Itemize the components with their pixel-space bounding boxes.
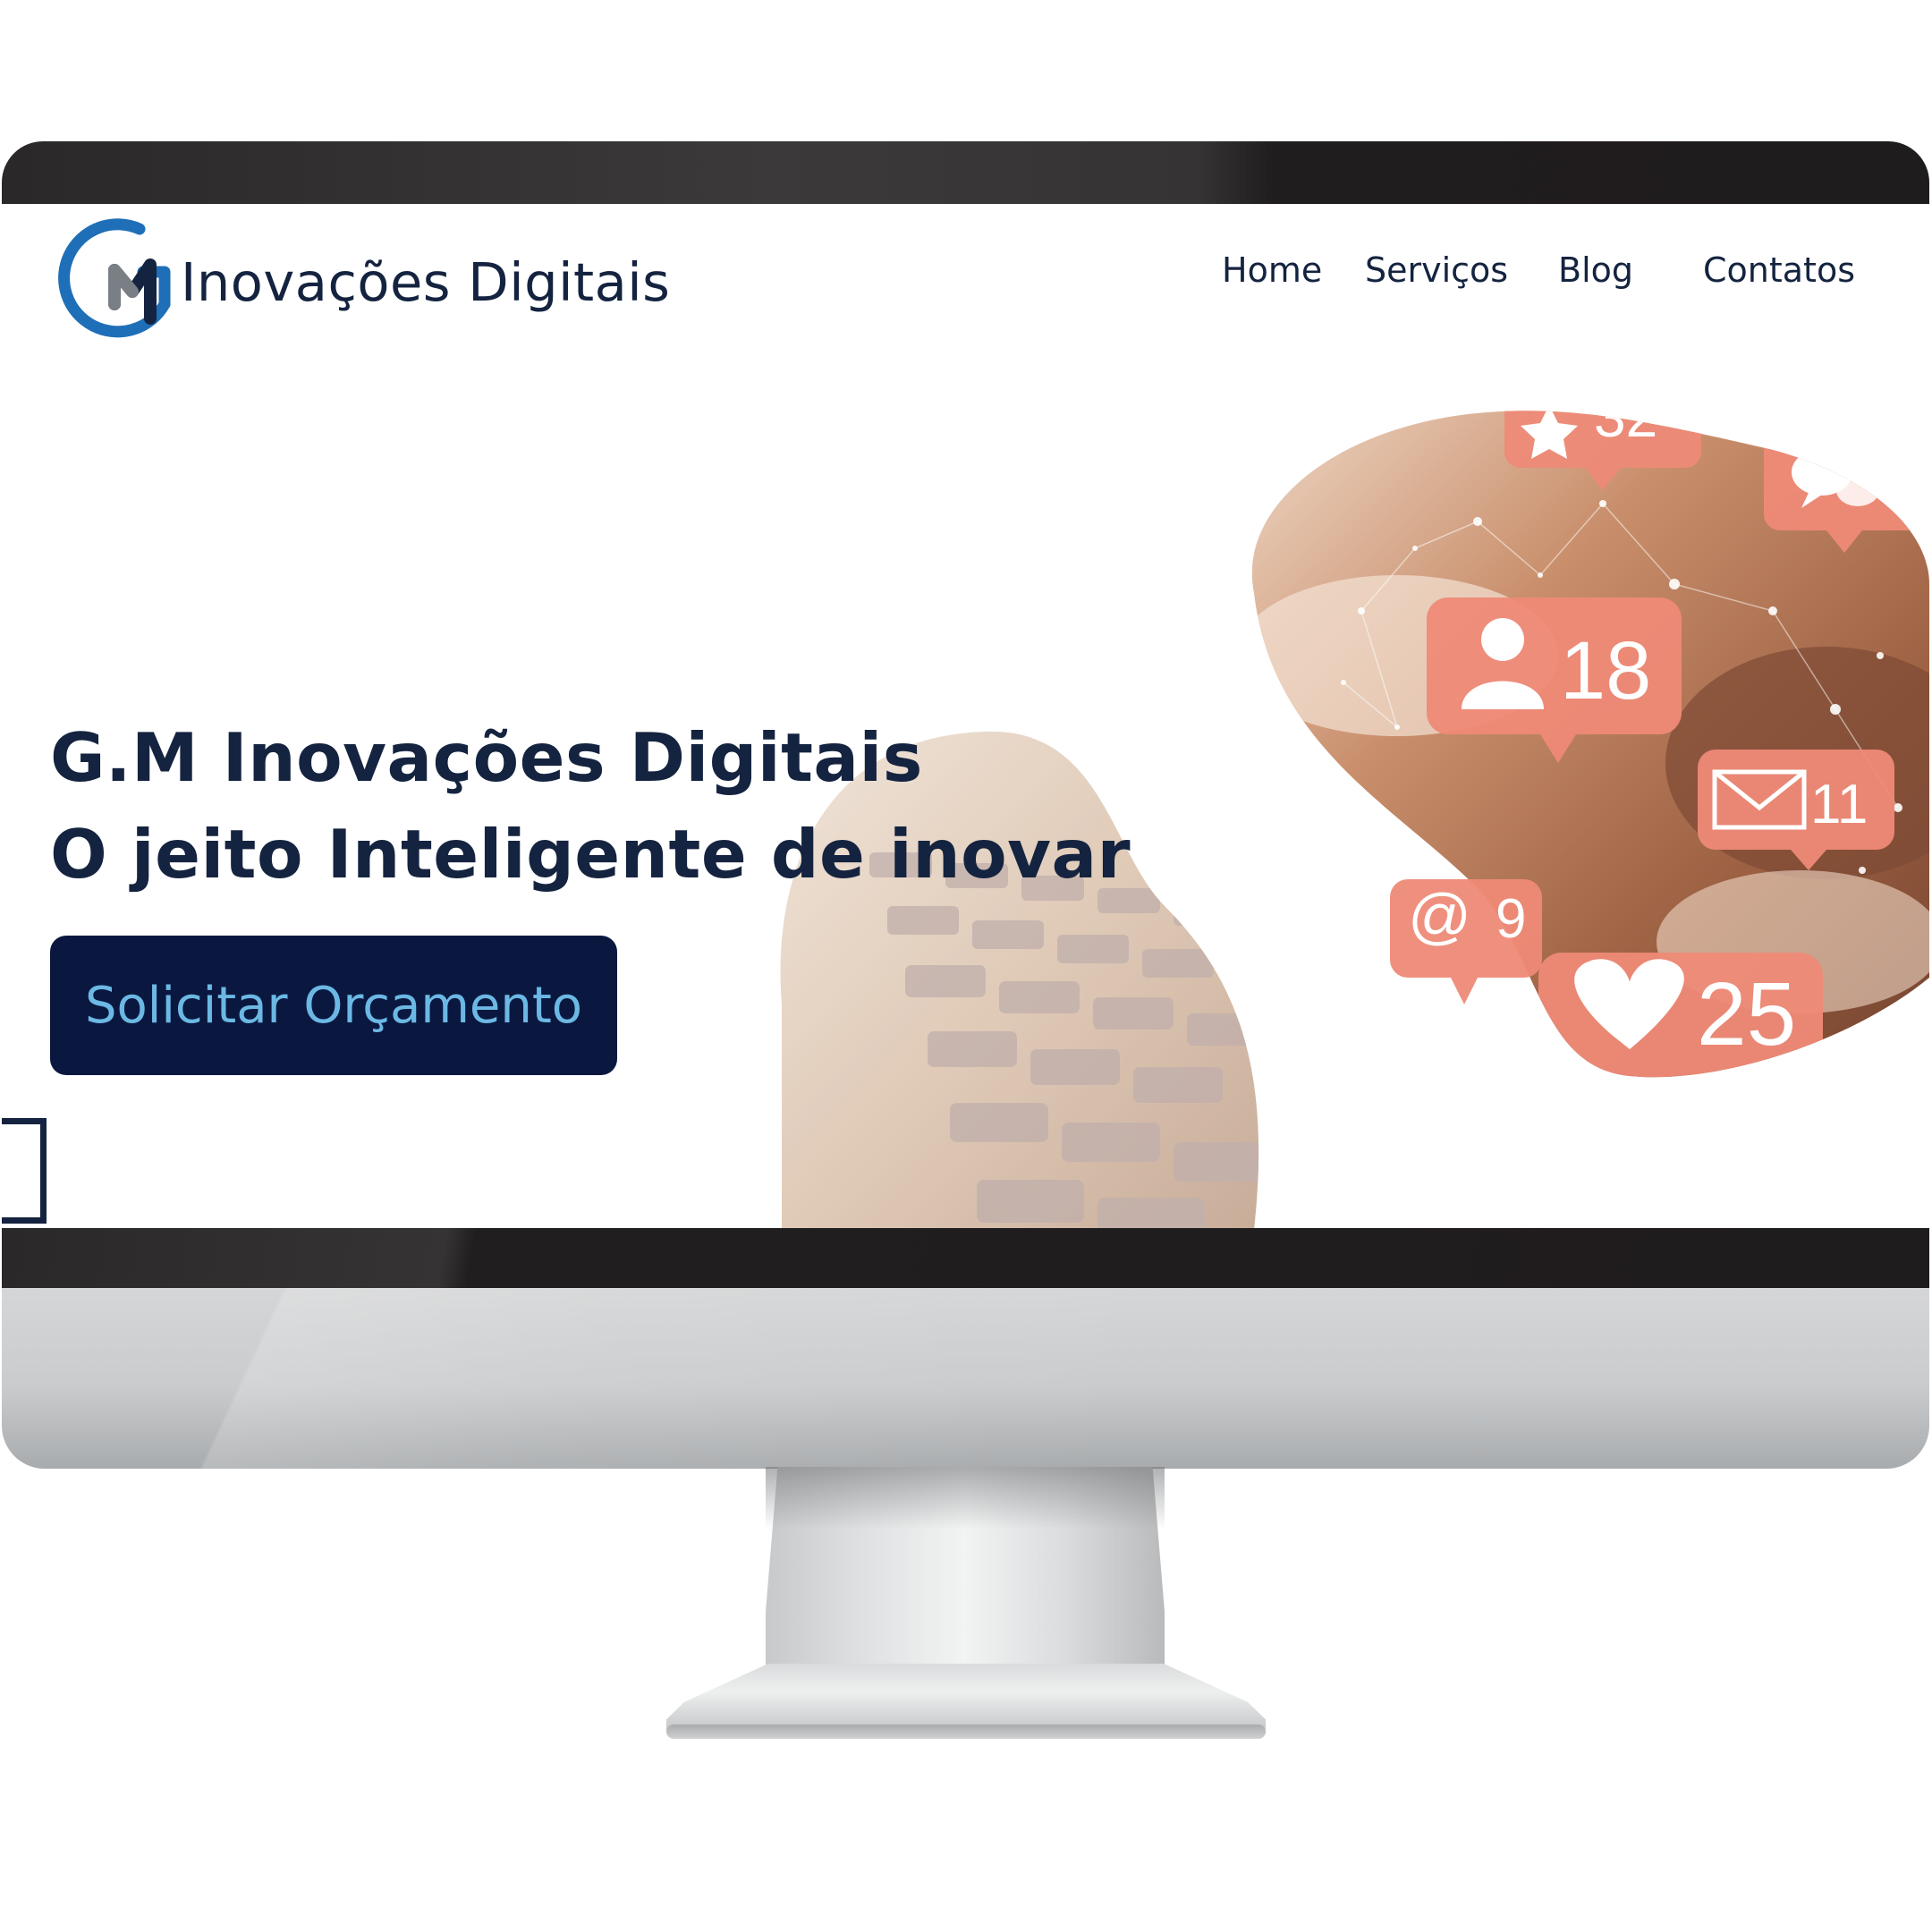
hero-title-line2: O jeito Inteligente de inovar <box>50 815 1131 894</box>
hero-title: G.M Inovações Digitais O jeito Inteligen… <box>50 709 1131 902</box>
request-quote-button[interactable]: Solicitar Orçamento <box>50 936 617 1075</box>
monitor-bottom-bezel <box>2 1228 1929 1289</box>
brand-name: Inovações Digitais <box>181 250 671 313</box>
social-media-photo: 32 18 11 25 <box>1251 387 1929 1078</box>
gm-logo-icon <box>58 218 171 338</box>
monitor-top-bezel <box>2 141 1929 207</box>
site-logo[interactable]: Inovações Digitais <box>57 218 670 345</box>
monitor-stand-base <box>666 1664 1266 1733</box>
nav-item-blog[interactable]: Blog <box>1558 250 1633 290</box>
hero-title-line1: G.M Inovações Digitais <box>50 718 923 797</box>
monitor-stand-base-edge <box>666 1724 1266 1739</box>
website-screen: Inovações Digitais Home Serviços Blog Co… <box>2 204 1929 1230</box>
mentions-count: 9 <box>1496 888 1526 950</box>
at-sign-icon: @ <box>1408 881 1471 951</box>
monitor-chin <box>2 1288 1929 1469</box>
nav-item-home[interactable]: Home <box>1222 250 1322 290</box>
messages-count: 11 <box>1810 774 1868 835</box>
followers-count: 18 <box>1560 625 1651 716</box>
nav-item-servicos[interactable]: Serviços <box>1365 250 1508 290</box>
likes-notification: 25 <box>1538 953 1823 1078</box>
likes-count: 25 <box>1697 964 1796 1064</box>
mentions-notification: @ 9 <box>1390 879 1542 1004</box>
stand-shadow <box>766 1467 1165 1530</box>
stars-count: 32 <box>1594 387 1657 449</box>
side-tab[interactable] <box>2 1118 47 1224</box>
nav-item-contatos[interactable]: Contatos <box>1703 250 1855 290</box>
